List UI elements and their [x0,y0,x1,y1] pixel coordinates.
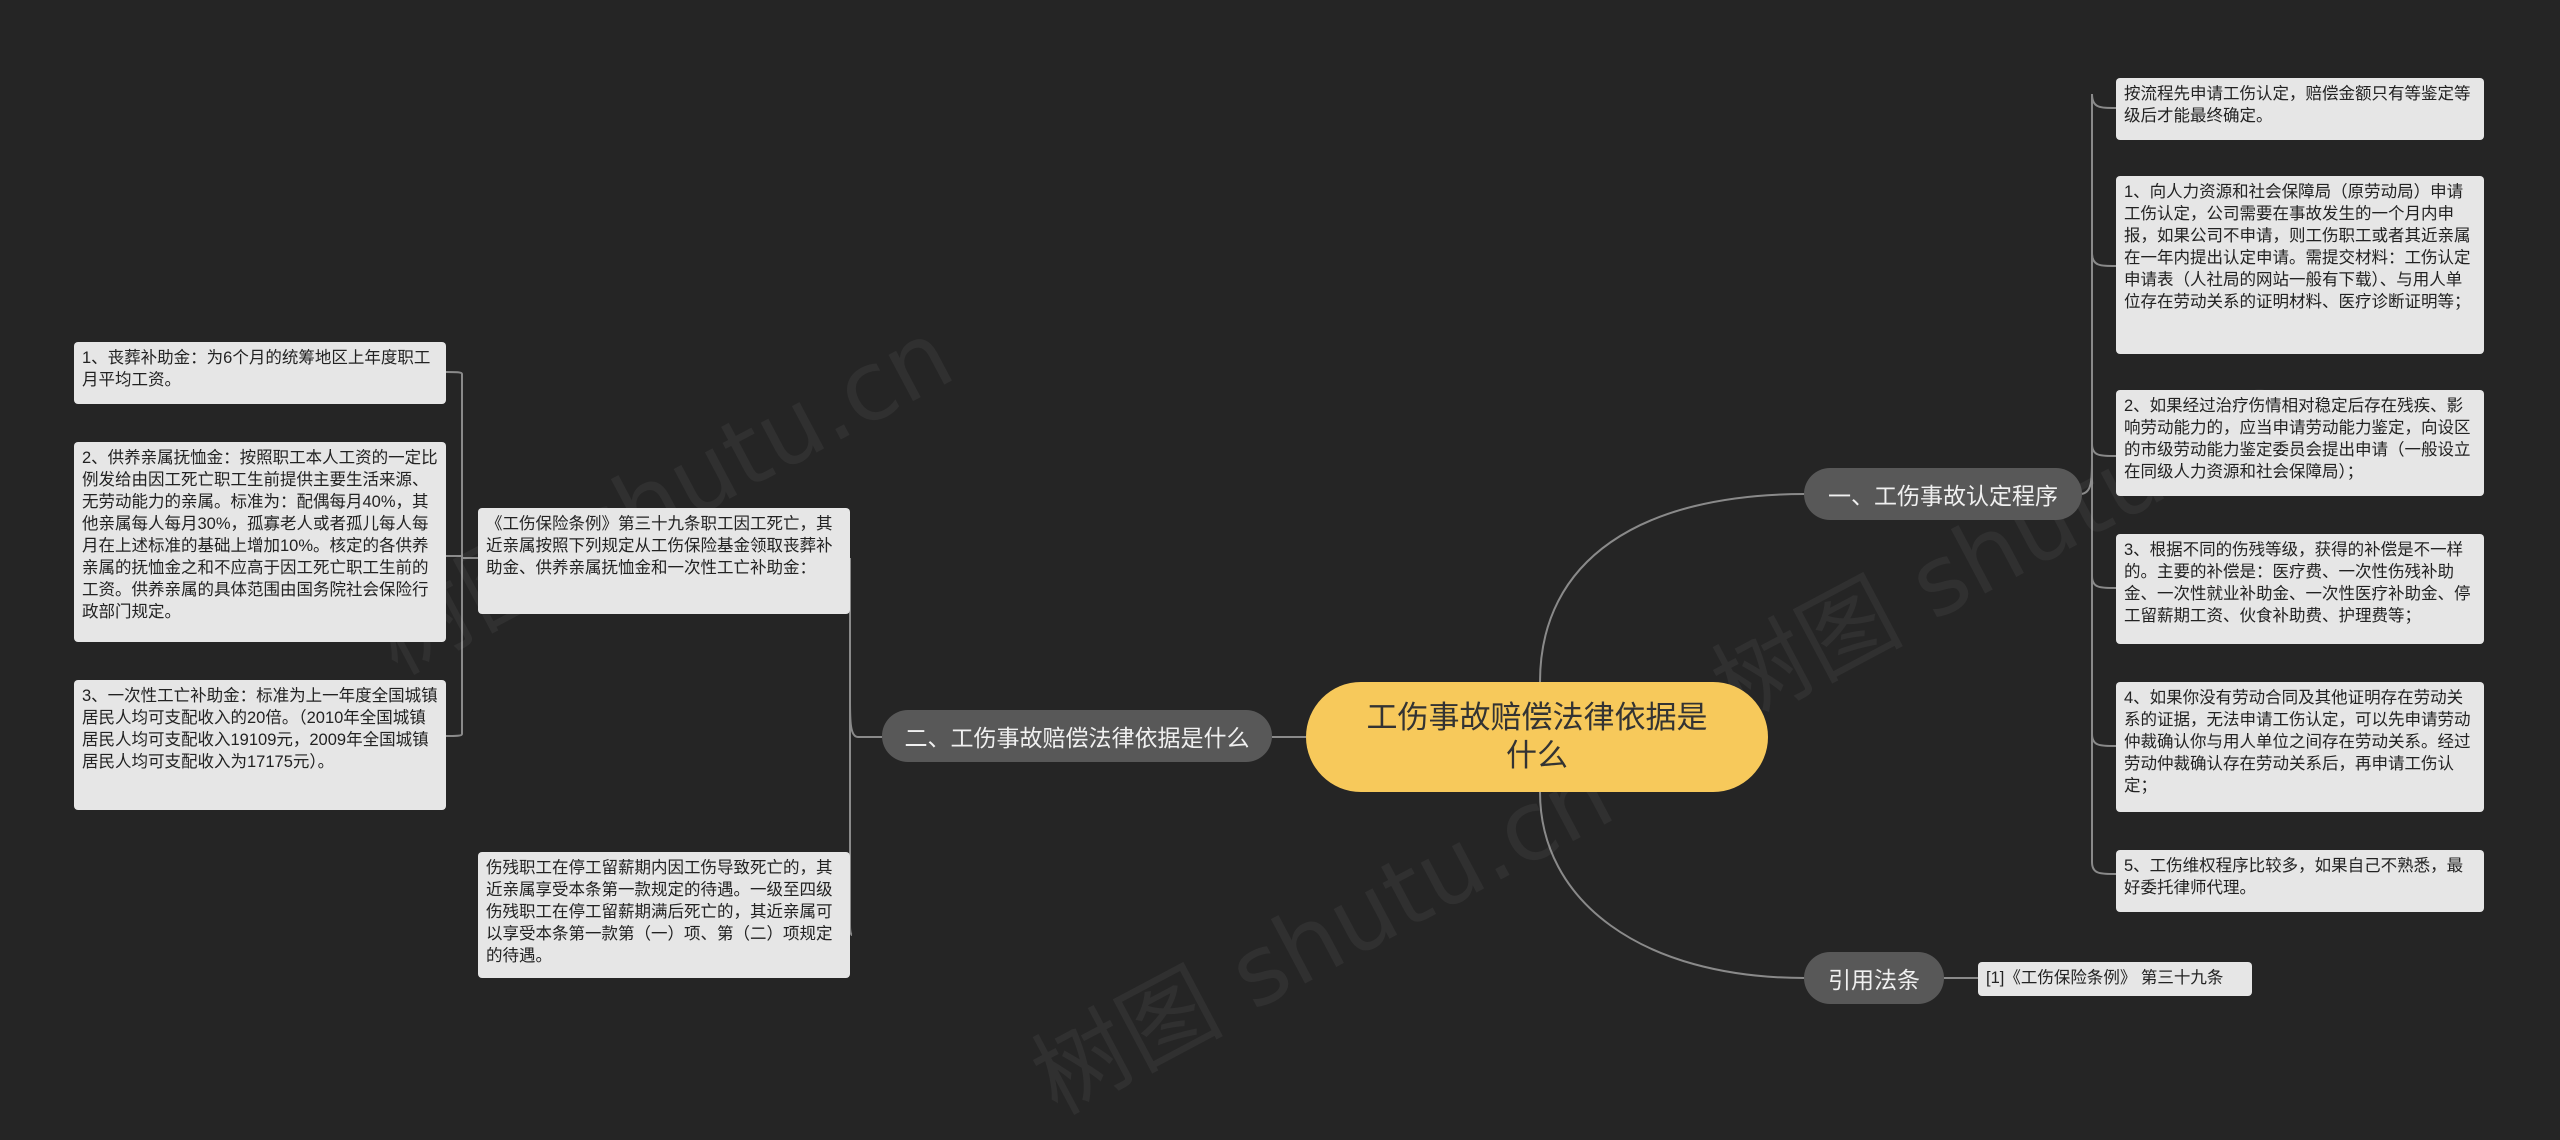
legal-subitem-0[interactable]: 1、丧葬补助金：为6个月的统筹地区上年度职工月平均工资。 [74,342,446,404]
procedure-item-2[interactable]: 2、如果经过治疗伤情相对稳定后存在残疾、影响劳动能力的，应当申请劳动能力鉴定，向… [2116,390,2484,496]
branch-legal-basis-label: 二、工伤事故赔偿法律依据是什么 [904,725,1250,751]
branch-citation[interactable]: 引用法条 [1804,952,1944,1004]
procedure-item-3[interactable]: 3、根据不同的伤残等级，获得的补偿是不一样的。主要的补偿是：医疗费、一次性伤残补… [2116,534,2484,644]
link-root-procedure [1539,493,1806,683]
branch-procedure-label: 一、工伤事故认定程序 [1828,483,2058,509]
root-topic-label: 工伤事故赔偿法律依据是什么 [1366,700,1708,773]
procedure-item-1[interactable]: 1、向人力资源和社会保障局（原劳动局）申请工伤认定，公司需要在事故发生的一个月内… [2116,176,2484,354]
legal-article[interactable]: 《工伤保险条例》第三十九条职工因工死亡，其近亲属按照下列规定从工伤保险基金领取丧… [478,508,850,614]
citation-item[interactable]: [1]《工伤保险条例》 第三十九条 [1978,962,2252,996]
root-topic[interactable]: 工伤事故赔偿法律依据是什么 [1306,682,1768,792]
procedure-item-4[interactable]: 4、如果你没有劳动合同及其他证明存在劳动关系的证据，无法申请工伤认定，可以先申请… [2116,682,2484,812]
link-root-citation [1539,791,1806,979]
legal-subitem-2[interactable]: 3、一次性工亡补助金：标准为上一年度全国城镇居民人均可支配收入的20倍。（201… [74,680,446,810]
link-procedure-items [2079,459,2093,495]
legal-subitem-1[interactable]: 2、供养亲属抚恤金：按照职工本人工资的一定比例发给由因工死亡职工生前提供主要生活… [74,442,446,642]
branch-citation-label: 引用法条 [1828,967,1920,993]
procedure-item-0[interactable]: 按流程先申请工伤认定，赔偿金额只有等鉴定等级后才能最终确定。 [2116,78,2484,140]
branch-procedure[interactable]: 一、工伤事故认定程序 [1804,468,2082,520]
branch-legal-basis[interactable]: 二、工伤事故赔偿法律依据是什么 [882,710,1272,762]
legal-note[interactable]: 伤残职工在停工留薪期内因工伤导致死亡的，其近亲属享受本条第一款规定的待遇。一级至… [478,852,850,978]
procedure-item-5[interactable]: 5、工伤维权程序比较多，如果自己不熟悉，最好委托律师代理。 [2116,850,2484,912]
